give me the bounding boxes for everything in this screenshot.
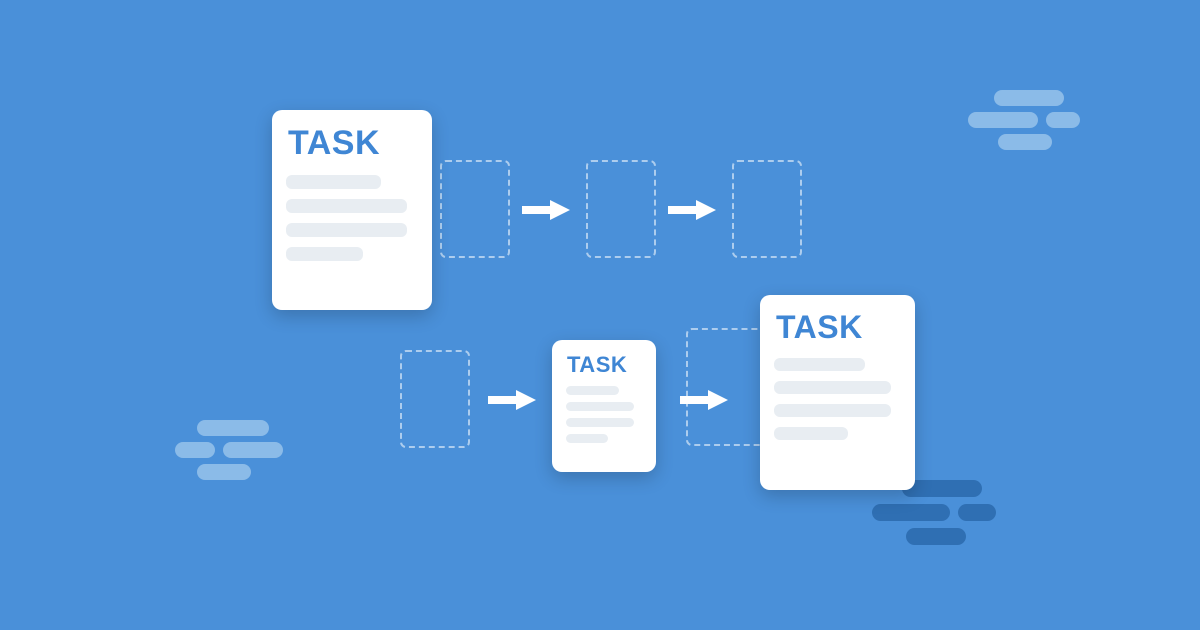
arrow-right-icon xyxy=(488,388,536,412)
task-card-title: TASK xyxy=(567,352,642,378)
text-placeholder-line xyxy=(286,175,381,189)
text-placeholder-line xyxy=(286,199,407,213)
text-placeholder-line xyxy=(566,402,634,411)
task-slot xyxy=(400,350,470,448)
task-slot xyxy=(440,160,510,258)
text-placeholder-line xyxy=(566,386,619,395)
text-placeholder-line xyxy=(286,223,407,237)
arrow-right-icon xyxy=(668,198,716,222)
task-card-medium: TASK xyxy=(552,340,656,472)
text-placeholder-line xyxy=(774,404,891,417)
arrow-right-icon xyxy=(680,388,728,412)
task-card-large: TASK xyxy=(272,110,432,310)
task-card-large: TASK xyxy=(760,295,915,490)
text-placeholder-line xyxy=(774,427,848,440)
cloud-decoration xyxy=(968,90,1088,150)
task-slot xyxy=(732,160,802,258)
arrow-right-icon xyxy=(522,198,570,222)
text-placeholder-line xyxy=(566,418,634,427)
text-placeholder-line xyxy=(774,358,865,371)
task-slot xyxy=(686,328,770,446)
task-slot xyxy=(586,160,656,258)
task-card-title: TASK xyxy=(776,309,901,346)
text-placeholder-line xyxy=(286,247,363,261)
cloud-decoration xyxy=(175,420,295,480)
text-placeholder-line xyxy=(774,381,891,394)
task-card-title: TASK xyxy=(288,124,418,163)
text-placeholder-line xyxy=(566,434,608,443)
